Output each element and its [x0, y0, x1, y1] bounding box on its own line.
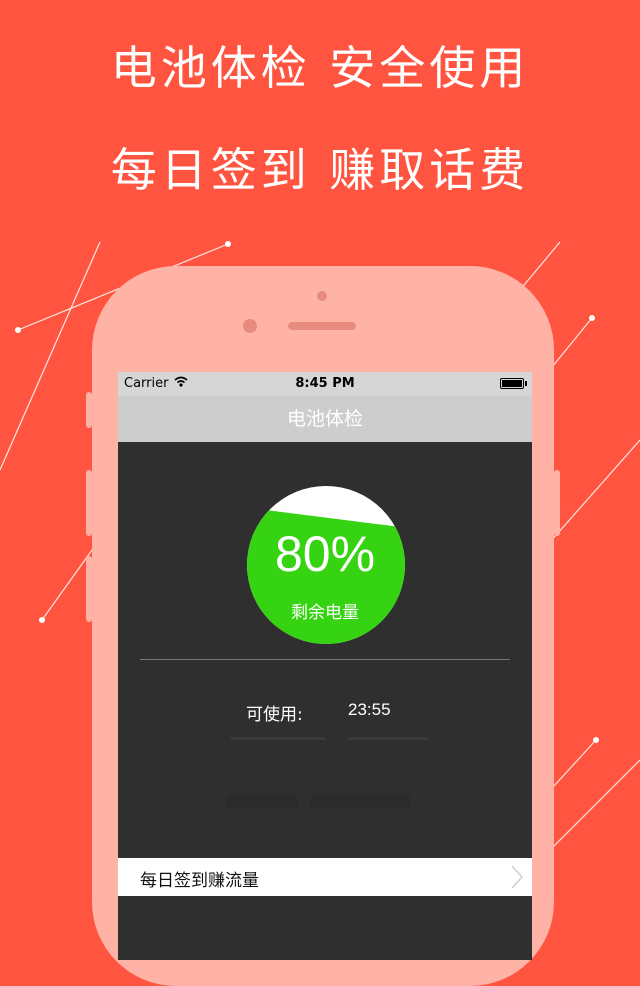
- battery-percent: 80%: [274, 526, 376, 582]
- status-time: 8:45 PM: [295, 376, 355, 391]
- battery-icon: [500, 378, 527, 389]
- daily-signin-row[interactable]: 每日签到赚流量: [118, 858, 532, 896]
- status-bar: Carrier 8:45 PM: [118, 372, 532, 396]
- usage-label: 可使用:: [246, 705, 303, 725]
- speaker-grille: [288, 322, 356, 330]
- chevron-right-icon: [511, 865, 524, 889]
- app-screen: Carrier 8:45 PM 电池体检 80% 剩余电量 可使用: 23:55…: [118, 372, 532, 960]
- faint-placeholder-row: [230, 735, 430, 743]
- camera-icon: [317, 291, 327, 301]
- power-button: [554, 470, 560, 536]
- usage-value: 23:55: [348, 700, 391, 719]
- nav-bar: 电池体检: [118, 396, 532, 442]
- page-title: 电池体检: [286, 408, 363, 430]
- battery-remaining-label: 剩余电量: [291, 603, 359, 623]
- divider: [140, 659, 510, 660]
- faint-placeholder-row-2: [226, 792, 416, 810]
- sensor-icon: [243, 319, 257, 333]
- signin-label: 每日签到赚流量: [140, 871, 259, 891]
